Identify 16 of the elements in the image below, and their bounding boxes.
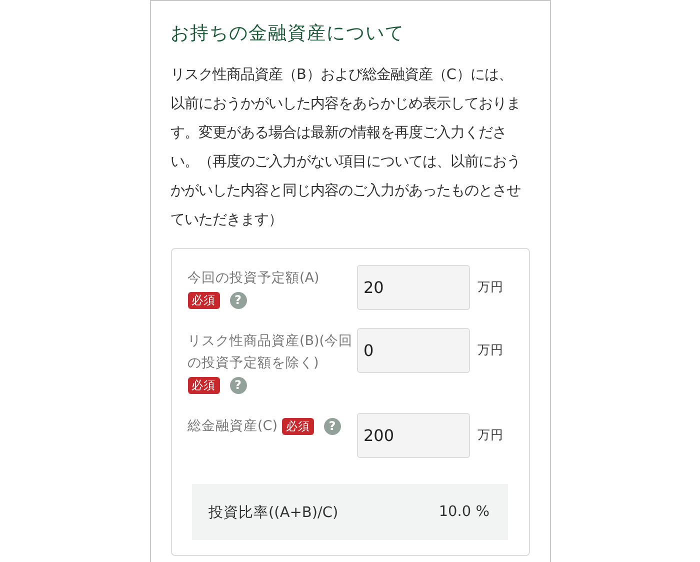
unit-label: 万円 xyxy=(478,342,504,359)
description-text: リスク性商品資産（B）および総金融資産（C）には、以前におうかがいした内容をあらかじめ表示しております。変更がある場合は最新の情報を再度ご入力ください。（再度のご入力がない項目については、以前におうかがいした内容と同じ内容のご入力があったものとさせていただきます） xyxy=(170,66,522,230)
section-title: お持ちの金融資産について xyxy=(170,22,406,46)
input-field[interactable]: 200 xyxy=(356,413,470,458)
result-label: 投資比率((A+B)/C) xyxy=(208,504,338,522)
field-label: リスク性商品資産(B)(今回の投資予定額を除く) xyxy=(188,333,353,371)
input-field[interactable]: 20 xyxy=(356,265,470,310)
field-label: 今回の投資予定額(A) xyxy=(188,270,320,286)
required-badge: 必須 xyxy=(188,292,220,309)
unit-label: 万円 xyxy=(478,279,504,296)
result-value: 10.0 % xyxy=(438,504,490,520)
unit-label: 万円 xyxy=(478,427,504,444)
required-badge: 必須 xyxy=(188,376,220,394)
input-field[interactable]: 0 xyxy=(356,328,470,373)
field-label: 総金融資産(C) xyxy=(188,418,278,434)
required-badge: 必須 xyxy=(282,418,314,435)
